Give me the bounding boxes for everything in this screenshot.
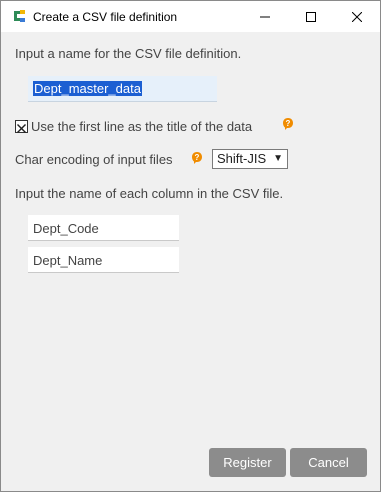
checkbox-checked-icon xyxy=(17,124,26,133)
definition-name-input[interactable]: Dept_master_data xyxy=(28,76,217,102)
title-bar: Create a CSV file definition xyxy=(1,1,380,32)
encoding-select[interactable]: Shift-JIS ▼ xyxy=(212,149,288,169)
columns-label: Input the name of each column in the CSV… xyxy=(15,186,284,201)
dialog-window: Create a CSV file definition Input a nam… xyxy=(0,0,381,492)
app-icon xyxy=(11,8,27,24)
first-line-title-label: Use the first line as the title of the d… xyxy=(31,119,253,134)
minimize-button[interactable] xyxy=(242,1,288,32)
svg-text:?: ? xyxy=(195,153,200,162)
maximize-icon xyxy=(306,11,316,22)
close-button[interactable] xyxy=(334,1,380,32)
register-button[interactable]: Register xyxy=(209,448,286,477)
column-name-input-2[interactable]: Dept_Name xyxy=(28,247,179,273)
column-name-value: Dept_Name xyxy=(33,253,103,268)
svg-text:?: ? xyxy=(286,119,291,128)
first-line-title-checkbox[interactable] xyxy=(15,120,28,133)
cancel-button[interactable]: Cancel xyxy=(290,448,367,477)
window-title: Create a CSV file definition xyxy=(33,10,178,24)
dropdown-arrow-icon: ▼ xyxy=(273,153,283,164)
column-name-value: Dept_Code xyxy=(33,221,99,236)
column-name-input-1[interactable]: Dept_Code xyxy=(28,215,179,241)
dialog-content: Input a name for the CSV file definition… xyxy=(1,32,380,491)
minimize-icon xyxy=(260,16,270,17)
close-icon xyxy=(352,11,362,22)
encoding-label: Char encoding of input files xyxy=(15,152,173,167)
name-label: Input a name for the CSV file definition… xyxy=(15,46,242,61)
encoding-help-icon[interactable]: ? xyxy=(191,151,203,165)
definition-name-value: Dept_master_data xyxy=(33,81,142,96)
help-icon[interactable]: ? xyxy=(282,117,294,131)
encoding-selected-value: Shift-JIS xyxy=(217,151,267,166)
maximize-button[interactable] xyxy=(288,1,334,32)
